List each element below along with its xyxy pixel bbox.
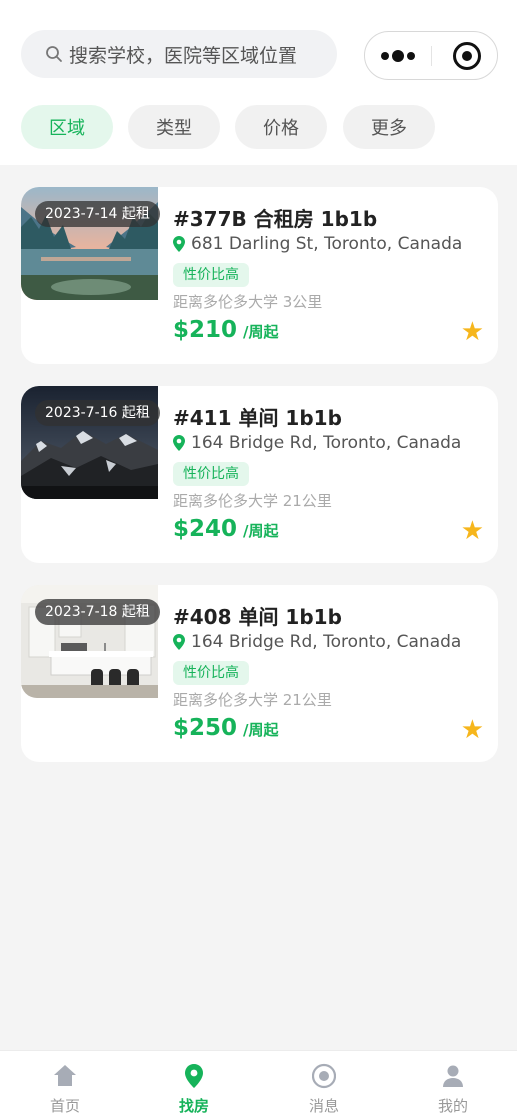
search-icon: [46, 46, 62, 62]
listing-price: $250/周起: [173, 715, 279, 741]
tab-find-house[interactable]: 找房: [154, 1051, 234, 1120]
tab-home[interactable]: 首页: [25, 1051, 105, 1120]
listing-address-text: 681 Darling St, Toronto, Canada: [191, 234, 463, 254]
listing-address: 164 Bridge Rd, Toronto, Canada: [173, 632, 461, 652]
listing-title: #411 单间 1b1b: [173, 406, 342, 430]
listing-address: 164 Bridge Rd, Toronto, Canada: [173, 433, 461, 453]
listing-price: $210/周起: [173, 317, 279, 343]
search-placeholder: 搜索学校，医院等区域位置: [69, 44, 298, 67]
move-in-date-badge: 2023-7-18 起租: [35, 599, 160, 625]
price-unit: /周起: [243, 522, 279, 540]
message-circle-icon: [312, 1063, 336, 1089]
value-tag: 性价比高: [173, 462, 249, 486]
tab-label: 消息: [308, 1097, 339, 1115]
listing-title: #377B 合租房 1b1b: [173, 207, 378, 231]
listing-price: $240/周起: [173, 516, 279, 542]
filter-more[interactable]: 更多: [343, 105, 435, 149]
location-pin-icon: [173, 236, 185, 252]
more-menu-icon[interactable]: [381, 48, 417, 64]
price-amount: $210: [173, 317, 238, 343]
listing-title: #408 单间 1b1b: [173, 605, 342, 629]
location-pin-icon: [173, 634, 185, 650]
search-bar[interactable]: 搜索学校，医院等区域位置: [21, 30, 337, 78]
listing-address: 681 Darling St, Toronto, Canada: [173, 234, 462, 254]
value-tag: 性价比高: [173, 661, 249, 685]
listing-card[interactable]: 2023-7-18 起租 #408 单间 1b1b 164 Bridge Rd,…: [21, 585, 498, 762]
miniprogram-capsule: [364, 31, 498, 80]
listing-distance: 距离多伦多大学 3公里: [173, 293, 323, 311]
favorite-star-icon[interactable]: ★: [461, 319, 484, 345]
price-unit: /周起: [243, 323, 279, 341]
move-in-date-badge: 2023-7-14 起租: [35, 201, 160, 227]
favorite-star-icon[interactable]: ★: [461, 518, 484, 544]
value-tag: 性价比高: [173, 263, 249, 287]
tab-label: 首页: [49, 1097, 80, 1115]
user-icon: [443, 1065, 463, 1087]
bottom-tab-bar: 首页 找房 消息 我的: [0, 1050, 517, 1120]
price-amount: $250: [173, 715, 238, 741]
move-in-date-badge: 2023-7-16 起租: [35, 400, 160, 426]
capsule-divider: [431, 46, 432, 66]
favorite-star-icon[interactable]: ★: [461, 717, 484, 743]
tab-label: 我的: [437, 1097, 468, 1115]
price-amount: $240: [173, 516, 238, 542]
listing-card[interactable]: 2023-7-16 起租 #411 单间 1b1b 164 Bridge Rd,…: [21, 386, 498, 563]
listing-distance: 距离多伦多大学 21公里: [173, 492, 332, 510]
home-icon: [54, 1065, 76, 1086]
tab-mine[interactable]: 我的: [413, 1051, 493, 1120]
tab-label: 找房: [178, 1097, 209, 1115]
filter-price[interactable]: 价格: [235, 105, 327, 149]
filter-type[interactable]: 类型: [128, 105, 220, 149]
listing-address-text: 164 Bridge Rd, Toronto, Canada: [191, 632, 462, 652]
location-pin-icon: [173, 435, 185, 451]
location-pin-icon: [185, 1064, 203, 1088]
close-miniprogram-icon[interactable]: [453, 42, 481, 70]
price-unit: /周起: [243, 721, 279, 739]
listing-card[interactable]: 2023-7-14 起租 #377B 合租房 1b1b 681 Darling …: [21, 187, 498, 364]
listing-address-text: 164 Bridge Rd, Toronto, Canada: [191, 433, 462, 453]
top-header: 搜索学校，医院等区域位置 区域 类型 价格 更多: [0, 0, 517, 165]
tab-messages[interactable]: 消息: [284, 1051, 364, 1120]
listing-distance: 距离多伦多大学 21公里: [173, 691, 332, 709]
filter-area[interactable]: 区域: [21, 105, 113, 149]
